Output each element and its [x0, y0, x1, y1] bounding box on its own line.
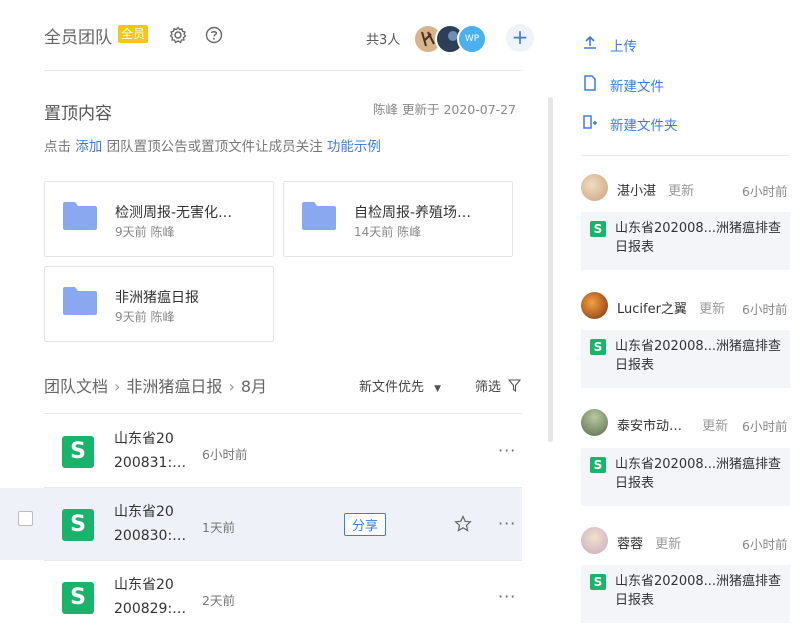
spreadsheet-icon: S: [62, 436, 94, 468]
more-options-icon[interactable]: ···: [498, 514, 516, 533]
add-pin-link[interactable]: 添加: [75, 139, 102, 155]
spreadsheet-icon: S: [62, 509, 94, 541]
file-name: 山东省20 200829:…: [114, 577, 187, 617]
breadcrumb-item[interactable]: 8月: [241, 377, 267, 396]
spreadsheet-icon: S: [590, 221, 606, 237]
upload-label: 上传: [610, 39, 637, 55]
folder-name: 非洲猪瘟日报: [115, 290, 199, 306]
new-file-action[interactable]: 新建文件: [582, 75, 664, 95]
hint-text: 团队置顶公告或置顶文件让成员关注: [106, 139, 323, 155]
user-avatar[interactable]: [581, 409, 608, 436]
all-members-badge: 全员: [118, 25, 149, 43]
folder-meta: 9天前 陈峰: [115, 310, 175, 324]
folder-icon: [63, 202, 97, 230]
user-avatar[interactable]: [581, 292, 608, 319]
feed-time: 6小时前: [742, 184, 788, 199]
folder-name: 自检周报-养殖场…: [354, 205, 472, 221]
file-row-selected[interactable]: S 山东省20 200830:… 1天前 分享 ···: [0, 488, 522, 560]
filter-icon: [507, 379, 522, 393]
star-icon[interactable]: [454, 515, 472, 533]
new-file-icon: [584, 75, 596, 91]
new-folder-action[interactable]: 新建文件夹: [582, 114, 678, 134]
scrollbar[interactable]: [548, 97, 553, 442]
folder-icon: [63, 287, 97, 315]
spreadsheet-icon: S: [590, 457, 606, 473]
feed-file-card[interactable]: S 山东省202008...洲猪瘟排查日报表: [581, 565, 790, 623]
breadcrumb: 团队文档 › 非洲猪瘟日报 › 8月: [44, 373, 267, 397]
pinned-folder-card[interactable]: 自检周报-养殖场… 14天前 陈峰: [283, 181, 513, 257]
feed-file-card[interactable]: S 山东省202008...洲猪瘟排查日报表: [581, 212, 790, 270]
divider: [581, 155, 790, 156]
file-time: 6小时前: [202, 447, 248, 462]
breadcrumb-item[interactable]: 团队文档: [44, 377, 108, 396]
folder-meta: 9天前 陈峰: [115, 225, 175, 239]
feed-file-name: 山东省202008...洲猪瘟排查日报表: [615, 574, 782, 608]
feed-file-name: 山东省202008...洲猪瘟排查日报表: [615, 339, 782, 373]
file-row[interactable]: S 山东省20 200829:… 2天前 ···: [44, 561, 522, 633]
new-folder-label: 新建文件夹: [610, 118, 678, 134]
file-time: 1天前: [202, 520, 235, 535]
folder-name: 检测周报-无害化…: [115, 205, 233, 221]
file-row[interactable]: S 山东省20 200831:… 6小时前 ···: [44, 415, 522, 487]
spreadsheet-icon: S: [590, 574, 606, 590]
feed-time: 6小时前: [742, 419, 788, 434]
user-avatar[interactable]: [581, 174, 608, 201]
sort-label: 新文件优先: [359, 380, 425, 395]
divider: [44, 70, 522, 71]
pinned-folder-card[interactable]: 检测周报-无害化… 9天前 陈峰: [44, 181, 274, 257]
upload-icon: [584, 35, 596, 49]
member-count[interactable]: 共3人: [366, 29, 400, 48]
new-file-label: 新建文件: [610, 79, 664, 95]
file-name: 山东省20 200830:…: [114, 504, 187, 544]
pinned-folder-card[interactable]: 非洲猪瘟日报 9天前 陈峰: [44, 266, 274, 342]
user-avatar[interactable]: [581, 527, 608, 554]
folder-icon: [302, 202, 336, 230]
gear-icon[interactable]: [169, 26, 187, 44]
team-title: 全员团队: [44, 28, 112, 48]
spreadsheet-icon: S: [590, 339, 606, 355]
filter-button[interactable]: 筛选: [475, 376, 522, 395]
divider: [44, 413, 522, 414]
select-checkbox[interactable]: [18, 511, 33, 526]
file-time: 2天前: [202, 593, 235, 608]
filter-label: 筛选: [475, 380, 502, 395]
new-folder-icon: [583, 115, 597, 129]
caret-down-icon: ▼: [434, 384, 442, 394]
pinned-section-title: 置顶内容: [44, 104, 112, 124]
share-button[interactable]: 分享: [344, 513, 387, 536]
feed-file-name: 山东省202008...洲猪瘟排查日报表: [615, 457, 782, 491]
feed-time: 6小时前: [742, 302, 788, 317]
feed-file-card[interactable]: S 山东省202008...洲猪瘟排查日报表: [581, 448, 790, 506]
help-icon[interactable]: [205, 26, 223, 44]
sort-dropdown[interactable]: 新文件优先 ▼: [359, 376, 441, 395]
folder-meta: 14天前 陈峰: [354, 225, 422, 239]
more-options-icon[interactable]: ···: [498, 587, 516, 606]
member-avatar-wp[interactable]: WP: [457, 24, 487, 54]
spreadsheet-icon: S: [62, 582, 94, 614]
feed-user: 湛小湛 更新: [617, 184, 695, 199]
feed-user: Lucifer之翼 更新: [617, 302, 726, 317]
more-options-icon[interactable]: ···: [498, 441, 516, 460]
feature-example-link[interactable]: 功能示例: [327, 139, 381, 155]
add-member-button[interactable]: +: [506, 24, 534, 52]
pinned-hint: 点击 添加 团队置顶公告或置顶文件让成员关注 功能示例: [44, 135, 381, 155]
feed-time: 6小时前: [742, 537, 788, 552]
breadcrumb-item[interactable]: 非洲猪瘟日报: [126, 377, 222, 396]
chevron-right-icon: ›: [228, 377, 235, 396]
feed-file-name: 山东省202008...洲猪瘟排查日报表: [615, 221, 782, 255]
hint-prefix: 点击: [44, 139, 71, 155]
pinned-updated-meta: 陈峰 更新于 2020-07-27: [373, 102, 517, 117]
feed-user: 泰安市动… 更新: [617, 419, 729, 434]
upload-action[interactable]: 上传: [582, 35, 637, 55]
file-name: 山东省20 200831:…: [114, 431, 187, 471]
feed-file-card[interactable]: S 山东省202008...洲猪瘟排查日报表: [581, 330, 790, 388]
chevron-right-icon: ›: [114, 377, 121, 396]
feed-user: 蓉蓉 更新: [617, 537, 682, 552]
